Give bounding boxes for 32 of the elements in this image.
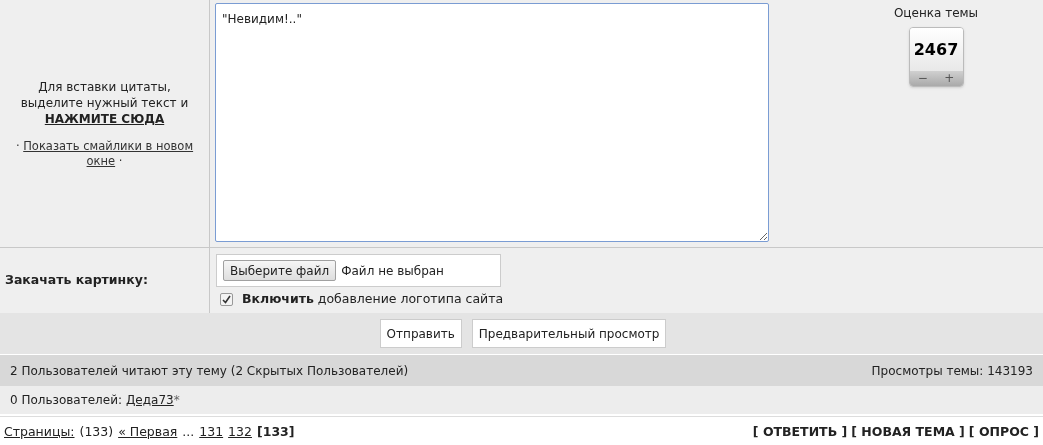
smilies-link[interactable]: · Показать смайлики в новом окне · [8, 138, 201, 169]
submit-button[interactable]: Отправить [379, 319, 462, 348]
page-link[interactable]: [133] [256, 423, 295, 442]
page-link[interactable]: 132 [228, 423, 252, 442]
rating-down-button[interactable]: − [917, 71, 928, 86]
user-link[interactable]: Деда73 [126, 391, 174, 409]
rating-title: Оценка темы [893, 5, 979, 22]
action-link[interactable]: [ ОТВЕТИТЬ ] [752, 423, 848, 442]
logo-checkbox-label: Включить добавление логотипа сайта [242, 290, 504, 308]
preview-button[interactable]: Предварительный просмотр [471, 319, 667, 348]
rating-value: 2467 [909, 28, 963, 71]
page-link[interactable]: 131 [199, 423, 224, 442]
file-status: Файл не выбран [341, 262, 444, 280]
views-count: Просмотры темы: 143193 [871, 362, 1033, 380]
choose-file-button[interactable]: Выберите файл [223, 260, 337, 281]
pages-link[interactable]: Страницы: [4, 423, 75, 442]
quote-link[interactable]: НАЖМИТЕ СЮДА [44, 110, 165, 127]
user-mark: * [173, 392, 180, 409]
rating-up-button[interactable]: + [944, 71, 955, 86]
message-field[interactable]: "Невидим!.." [215, 3, 769, 242]
first-page-link[interactable]: « Первая [118, 423, 178, 442]
logo-checkbox[interactable] [220, 292, 233, 306]
check-icon [222, 294, 231, 304]
action-link[interactable]: [ ОПРОС ] [968, 423, 1039, 442]
ellipsis: ... [182, 423, 195, 442]
upload-label: Закачать картинку: [5, 271, 148, 290]
page-count: (133) [79, 423, 114, 442]
users-label: 0 Пользователей: [10, 392, 122, 409]
action-link[interactable]: [ НОВАЯ ТЕМА ] [851, 423, 965, 442]
readers-text: 2 Пользователей читают эту тему (2 Скрытых Пользователей) [10, 362, 409, 380]
quote-hint: Для вставки цитаты, выделите нужный текст и [19, 78, 190, 111]
file-field[interactable]: Выберите файл Файл не выбран [216, 254, 501, 287]
